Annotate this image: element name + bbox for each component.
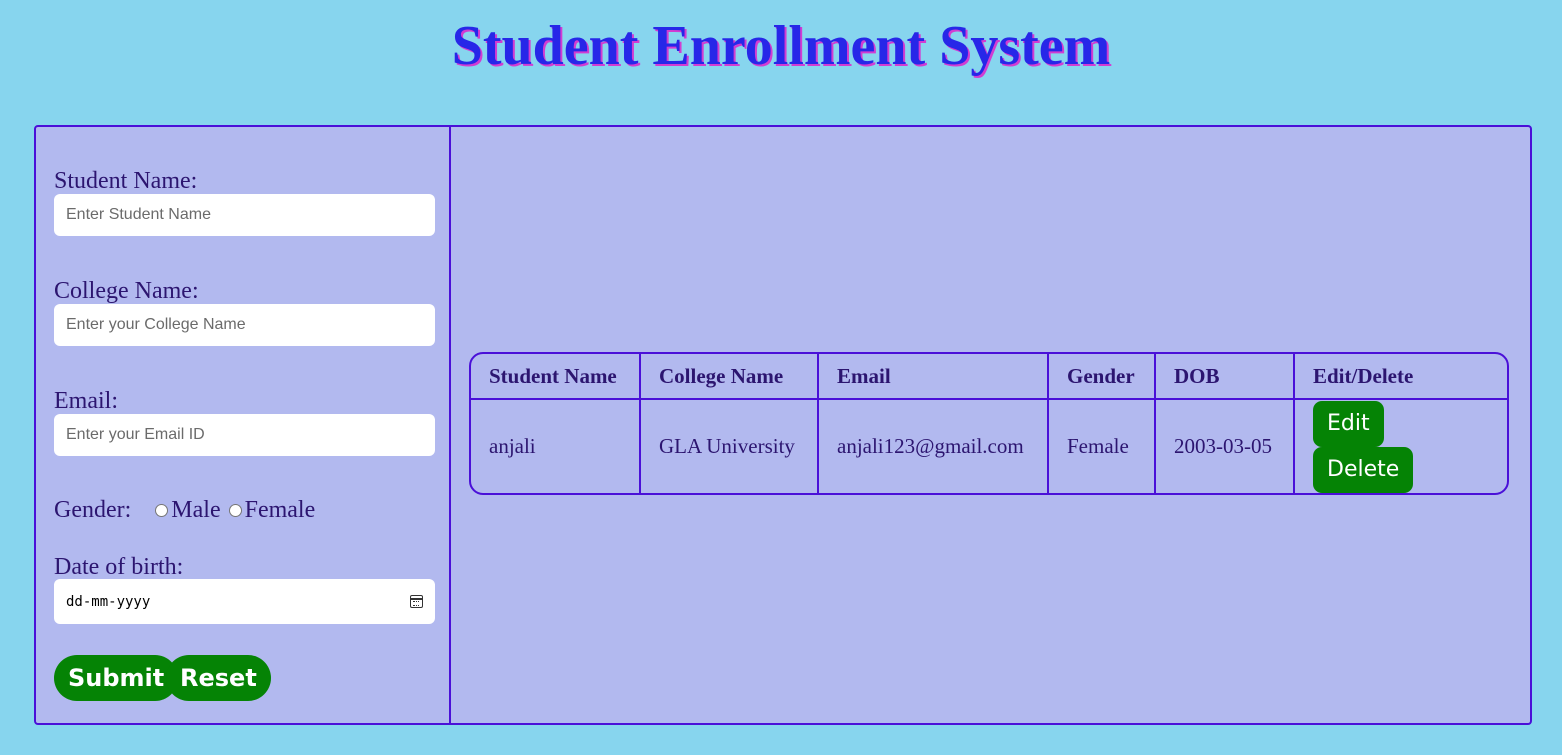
dob-label: Date of birth: (54, 554, 184, 580)
female-label: Female (244, 496, 316, 523)
students-table: Student Name College Name Email Gender D… (469, 352, 1509, 495)
table-row: anjali GLA University anjali123@gmail.co… (471, 398, 1507, 493)
male-label: Male (171, 496, 221, 523)
submit-button[interactable]: Submit (54, 655, 179, 701)
cell-student-name: anjali (471, 398, 641, 493)
calendar-icon[interactable] (410, 595, 423, 608)
college-name-label: College Name: (54, 278, 199, 304)
male-radio[interactable] (155, 503, 169, 517)
gender-label: Gender: (54, 496, 132, 523)
reset-button[interactable]: Reset (166, 655, 271, 701)
cell-actions: EditDelete (1293, 398, 1507, 493)
student-name-input[interactable] (54, 194, 435, 236)
cell-email: anjali123@gmail.com (817, 398, 1049, 493)
header-gender: Gender (1047, 354, 1156, 400)
dob-input[interactable]: dd-mm-yyyy (54, 579, 435, 624)
dob-placeholder: dd-mm-yyyy (66, 593, 151, 610)
header-email: Email (817, 354, 1049, 400)
cell-dob: 2003-03-05 (1154, 398, 1295, 493)
college-name-input[interactable] (54, 304, 435, 346)
table-header-row: Student Name College Name Email Gender D… (471, 354, 1507, 400)
edit-button[interactable]: Edit (1313, 400, 1384, 447)
gender-group: Gender: Male Female (54, 495, 323, 525)
enrollment-form: Student Name: College Name: Email: Gende… (36, 127, 451, 723)
header-college-name: College Name (639, 354, 819, 400)
cell-gender: Female (1047, 398, 1156, 493)
student-name-label: Student Name: (54, 168, 198, 194)
gender-option-male[interactable]: Male (155, 496, 221, 524)
header-edit-delete: Edit/Delete (1293, 354, 1507, 400)
female-radio[interactable] (228, 503, 242, 517)
delete-button[interactable]: Delete (1313, 446, 1414, 493)
gender-option-female[interactable]: Female (228, 496, 316, 524)
cell-college-name: GLA University (639, 398, 819, 493)
email-label: Email: (54, 388, 118, 414)
page-title: Student Enrollment System (451, 15, 1111, 77)
header-dob: DOB (1154, 354, 1295, 400)
email-input[interactable] (54, 414, 435, 456)
header-student-name: Student Name (471, 354, 641, 400)
enrollment-container: Student Name: College Name: Email: Gende… (34, 125, 1532, 725)
